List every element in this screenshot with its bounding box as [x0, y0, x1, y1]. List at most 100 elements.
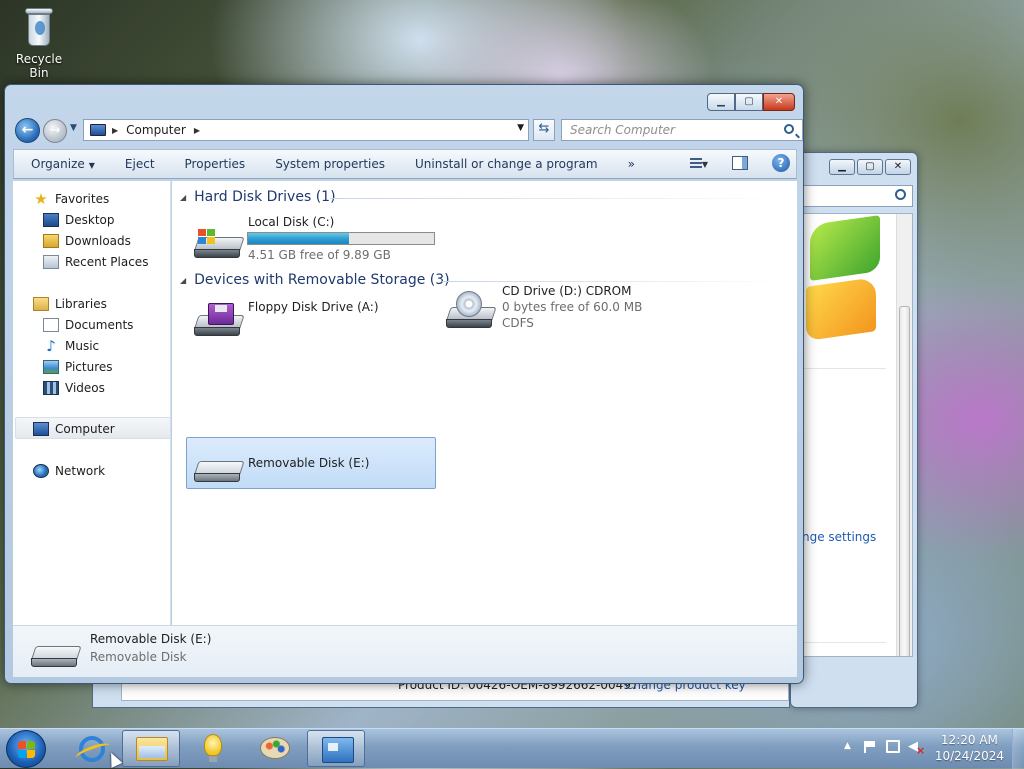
change-view-icon[interactable]: ▼: [690, 156, 708, 170]
start-button[interactable]: [6, 730, 46, 768]
music-note-icon: ♪: [46, 337, 56, 355]
refresh-button[interactable]: ⇆: [533, 119, 555, 141]
pictures-icon: [43, 360, 59, 374]
refresh-icon: ⇆: [538, 121, 550, 136]
forward-button[interactable]: →: [43, 119, 67, 143]
group-header-hard-disk-drives[interactable]: ◢ Hard Disk Drives (1): [180, 189, 336, 205]
bg-minimize-button[interactable]: ▁: [829, 159, 855, 175]
back-arrow-icon: ←: [21, 122, 34, 138]
network-status-icon[interactable]: [886, 740, 900, 753]
disk-usage-progress-bar: [247, 232, 435, 245]
nav-item-computer[interactable]: Computer: [33, 419, 115, 439]
cd-drive-icon: [445, 291, 497, 329]
windows-logo-icon: [804, 215, 884, 341]
bg-content-area: nge settings: [795, 213, 913, 657]
chevron-down-icon: ▼: [88, 161, 95, 170]
background-system-window[interactable]: ▁ ▢ ✕ nge settings: [790, 152, 918, 708]
search-box[interactable]: [561, 119, 803, 141]
floppy-drive-icon: [193, 303, 245, 337]
bg-search-box[interactable]: [795, 185, 913, 207]
navigation-pane: ★ Favorites Desktop Downloads Recent Plac…: [13, 181, 171, 625]
recent-pages-dropdown[interactable]: ▼: [70, 123, 77, 133]
disk-usage-fill: [248, 233, 350, 244]
videos-icon: [43, 381, 59, 395]
folder-icon: [136, 737, 168, 761]
address-history-dropdown-icon[interactable]: ▼: [517, 123, 524, 133]
nav-item-desktop[interactable]: Desktop: [43, 210, 115, 230]
uninstall-program-button[interactable]: Uninstall or change a program: [400, 157, 613, 171]
nav-item-music[interactable]: ♪ Music: [43, 336, 99, 356]
forward-arrow-icon: →: [49, 123, 61, 138]
eject-button[interactable]: Eject: [110, 157, 170, 171]
group-header-removable-storage[interactable]: ◢ Devices with Removable Storage (3): [180, 272, 450, 288]
search-icon[interactable]: [784, 124, 794, 134]
bg-maximize-button[interactable]: ▢: [857, 159, 883, 175]
action-center-flag-icon[interactable]: [864, 741, 876, 753]
breadcrumb-chevron-icon[interactable]: ▶: [112, 126, 118, 135]
collapse-triangle-icon[interactable]: ◢: [180, 193, 186, 202]
drive-name: CD Drive (D:) CDROM: [502, 284, 632, 298]
window-caption-buttons: ▁ ▢ ✕: [707, 93, 795, 111]
details-pane: Removable Disk (E:) Removable Disk: [13, 625, 797, 677]
nav-item-documents[interactable]: Documents: [43, 315, 133, 335]
navigation-row: ← → ▼ ▶ Computer ▶ ▼ ⇆: [13, 117, 803, 143]
system-clock[interactable]: 12:20 AM 10/24/2024: [935, 732, 1004, 764]
removable-disk-icon: [30, 642, 82, 668]
taskbar-bulb-app[interactable]: [184, 730, 242, 767]
details-title: Removable Disk (E:): [90, 632, 212, 646]
taskbar-windows-explorer[interactable]: [122, 730, 180, 767]
drive-free-space: 0 bytes free of 60.0 MB: [502, 300, 643, 314]
content-pane: ◢ Hard Disk Drives (1) ◢ Devices with Re…: [172, 181, 797, 625]
volume-muted-icon[interactable]: ◀: [908, 740, 925, 759]
system-properties-button[interactable]: System properties: [260, 157, 400, 171]
breadcrumb-chevron-icon[interactable]: ▶: [194, 126, 200, 135]
bg-vertical-scrollbar[interactable]: [896, 214, 912, 656]
nav-item-network[interactable]: Network: [33, 461, 105, 481]
command-bar: Organize ▼ Eject Properties System proper…: [13, 149, 797, 179]
help-icon[interactable]: ?: [772, 154, 790, 172]
preview-pane-icon[interactable]: [732, 156, 748, 170]
explorer-window[interactable]: ▁ ▢ ✕ ← → ▼ ▶ Computer ▶ ▼ ⇆ Organize▼ E…: [4, 84, 804, 684]
taskbar: ▲ ◀ 12:20 AM 10/24/2024: [0, 728, 1024, 769]
back-button[interactable]: ←: [15, 118, 40, 143]
show-hidden-icons-icon[interactable]: ▲: [844, 741, 851, 751]
collapse-triangle-icon[interactable]: ◢: [180, 276, 186, 285]
nav-item-videos[interactable]: Videos: [43, 378, 105, 398]
hard-drive-icon: [193, 229, 245, 259]
properties-button[interactable]: Properties: [170, 157, 261, 171]
details-type: Removable Disk: [90, 650, 187, 664]
drive-name: Removable Disk (E:): [248, 456, 370, 470]
search-input[interactable]: [568, 121, 778, 139]
libraries-icon: [33, 297, 49, 311]
taskbar-paint[interactable]: [246, 730, 304, 767]
computer-icon: [90, 124, 106, 136]
nav-item-libraries[interactable]: Libraries: [33, 294, 107, 314]
background-window-caption-buttons: ▁ ▢ ✕: [829, 159, 911, 175]
close-button[interactable]: ✕: [763, 93, 795, 111]
windows-flag-icon: [198, 229, 216, 245]
scroll-thumb[interactable]: [899, 306, 910, 656]
notification-area: ▲ ◀ 12:20 AM 10/24/2024: [834, 729, 1024, 769]
breadcrumb-computer[interactable]: Computer: [126, 123, 186, 137]
maximize-button[interactable]: ▢: [735, 93, 763, 111]
minimize-button[interactable]: ▁: [707, 93, 735, 111]
star-icon: ★: [34, 190, 48, 208]
nav-item-recent-places[interactable]: Recent Places: [43, 252, 148, 272]
nav-item-favorites[interactable]: ★ Favorites: [33, 189, 109, 209]
control-panel-icon: [322, 737, 354, 763]
taskbar-control-panel[interactable]: [307, 730, 365, 767]
organize-button[interactable]: Organize ▼: [14, 157, 110, 171]
drive-name: Floppy Disk Drive (A:): [248, 300, 379, 314]
removable-disk-icon: [193, 457, 245, 483]
nav-item-pictures[interactable]: Pictures: [43, 357, 113, 377]
bg-close-button[interactable]: ✕: [885, 159, 911, 175]
more-commands-button[interactable]: »: [613, 157, 650, 171]
nav-item-downloads[interactable]: Downloads: [43, 231, 131, 251]
documents-icon: [43, 318, 59, 332]
light-bulb-icon: [204, 734, 222, 762]
change-settings-link[interactable]: nge settings: [802, 530, 876, 544]
address-bar[interactable]: ▶ Computer ▶ ▼: [83, 119, 529, 141]
recycle-bin-desktop-icon[interactable]: Recycle Bin: [6, 6, 72, 80]
show-desktop-button[interactable]: [1012, 729, 1024, 769]
recent-places-icon: [43, 255, 59, 269]
